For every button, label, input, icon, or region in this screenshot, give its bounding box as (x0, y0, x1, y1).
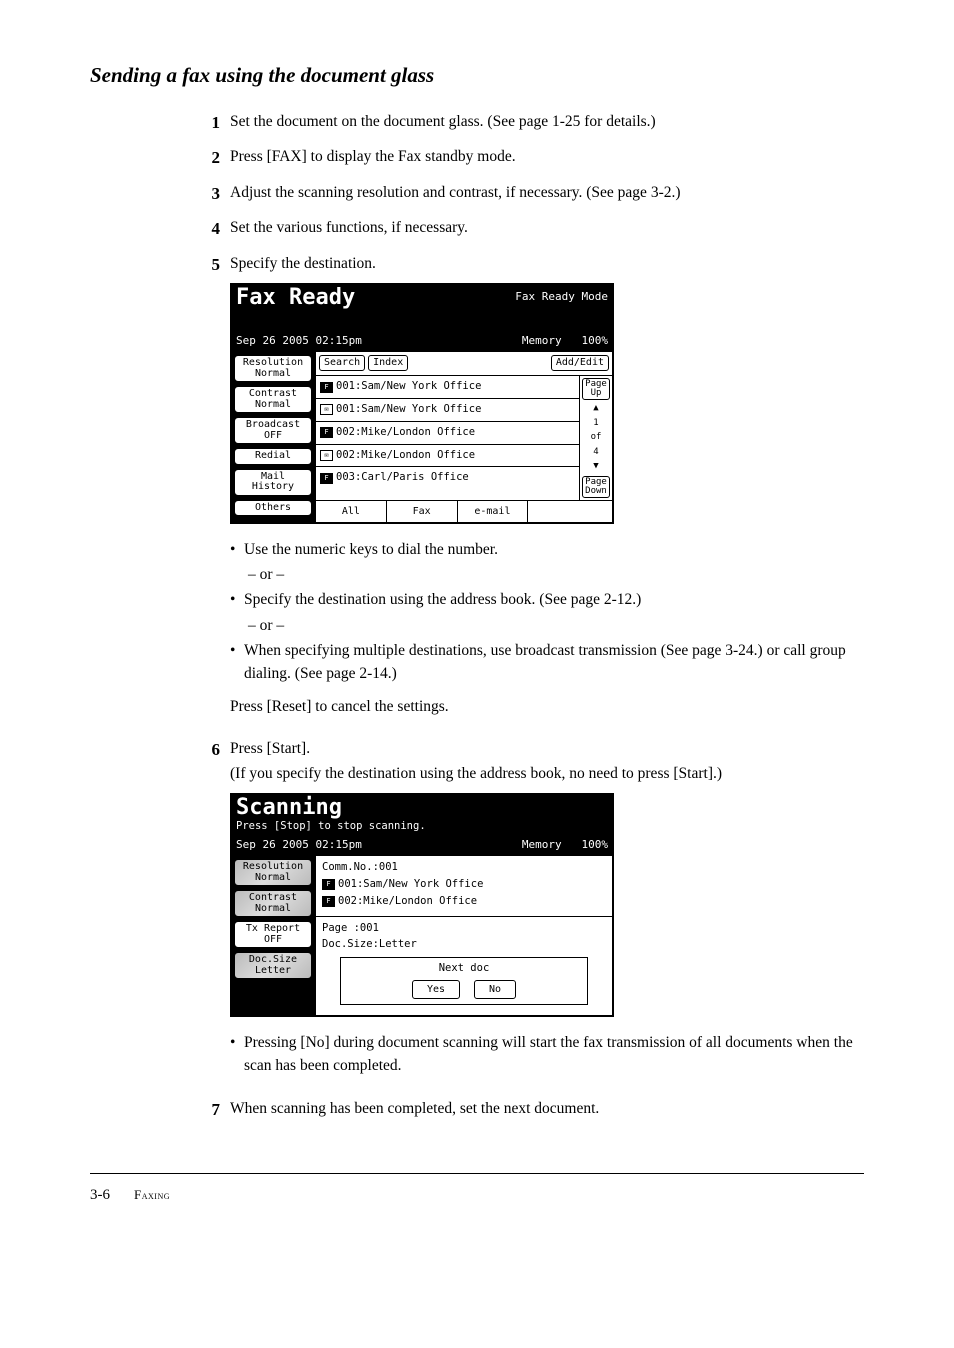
bullet-icon: • (230, 1031, 244, 1078)
step-number: 3 (200, 181, 220, 207)
lcd-datetime: Sep 26 2005 02:15pm (236, 333, 362, 350)
step-4: 4 Set the various functions, if necessar… (200, 216, 864, 242)
or-separator: – or – (248, 563, 864, 586)
page-count: Page :001 (322, 921, 606, 937)
step-5: 5 Specify the destination. Fax Ready Fax… (200, 252, 864, 727)
step-text: When scanning has been completed, set th… (230, 1097, 864, 1120)
step-number: 5 (200, 252, 220, 278)
step-1: 1 Set the document on the document glass… (200, 110, 864, 136)
bullet-icon: • (230, 588, 244, 611)
softkey-others[interactable]: Others (234, 500, 312, 517)
fax-icon: F (320, 427, 333, 438)
next-doc-label: Next doc (345, 961, 583, 977)
search-button[interactable]: Search (319, 355, 365, 371)
lcd-title: Fax Ready (236, 287, 355, 309)
step-text: Press [FAX] to display the Fax standby m… (230, 145, 864, 168)
softkey-resolution: Resolution Normal (234, 859, 312, 886)
step-2: 2 Press [FAX] to display the Fax standby… (200, 145, 864, 171)
address-row[interactable]: F003:Carl/Paris Office (316, 467, 579, 489)
index-button[interactable]: Index (368, 355, 408, 371)
address-row[interactable]: ✉002:Mike/London Office (316, 445, 579, 468)
lcd-fax-ready: Fax Ready Fax Ready Mode Sep 26 2005 02:… (230, 283, 614, 524)
yes-button[interactable]: Yes (412, 980, 460, 999)
destination-line: 001:Sam/New York Office (338, 877, 483, 893)
arrow-down-icon: ▼ (580, 460, 612, 474)
fax-icon: F (320, 382, 333, 393)
reset-note: Press [Reset] to cancel the settings. (230, 695, 864, 718)
lcd-memory-value: 100% (582, 334, 609, 347)
step-3: 3 Adjust the scanning resolution and con… (200, 181, 864, 207)
step-7: 7 When scanning has been completed, set … (200, 1097, 864, 1123)
step-text: Set the various functions, if necessary. (230, 216, 864, 239)
no-button[interactable]: No (474, 980, 516, 999)
lcd-datetime: Sep 26 2005 02:15pm (236, 837, 362, 854)
bullet-text: Specify the destination using the addres… (244, 588, 864, 611)
page-down-button[interactable]: Page Down (582, 476, 610, 498)
bullet-text: Use the numeric keys to dial the number. (244, 538, 864, 561)
arrow-up-icon: ▲ (580, 402, 612, 416)
bullet-icon: • (230, 639, 244, 686)
lcd-memory-label: Memory (522, 838, 562, 851)
page-up-button[interactable]: Page Up (582, 378, 610, 400)
step-number: 4 (200, 216, 220, 242)
filter-all-tab[interactable]: All (316, 501, 387, 522)
softkey-broadcast[interactable]: Broadcast OFF (234, 417, 312, 444)
page-current: 1 (580, 417, 612, 431)
destination-line: 002:Mike/London Office (338, 894, 477, 910)
softkey-mail-history[interactable]: Mail History (234, 469, 312, 496)
filter-blank (528, 501, 612, 522)
step-text: Set the document on the document glass. … (230, 110, 864, 133)
lcd-scanning: Scanning Press [Stop] to stop scanning. … (230, 793, 614, 1017)
or-separator: – or – (248, 614, 864, 637)
address-row[interactable]: F002:Mike/London Office (316, 422, 579, 445)
step-text: Press [Start]. (230, 737, 864, 760)
step-number: 1 (200, 110, 220, 136)
bullet-text: When specifying multiple destinations, u… (244, 639, 864, 686)
fax-icon: F (320, 473, 333, 484)
filter-fax-tab[interactable]: Fax (387, 501, 458, 522)
lcd-mode-label: Fax Ready Mode (515, 287, 608, 306)
footer-section-label: Faxing (134, 1185, 170, 1205)
step-text: Specify the destination. (230, 252, 864, 275)
softkey-redial[interactable]: Redial (234, 448, 312, 465)
mail-icon: ✉ (320, 450, 333, 461)
step-number: 6 (200, 737, 220, 763)
lcd-memory-label: Memory (522, 334, 562, 347)
fax-icon: F (322, 879, 335, 890)
address-row[interactable]: ✉001:Sam/New York Office (316, 399, 579, 422)
bullet-text: Pressing [No] during document scanning w… (244, 1031, 864, 1078)
mail-icon: ✉ (320, 404, 333, 415)
softkey-contrast: Contrast Normal (234, 890, 312, 917)
step-subtext: (If you specify the destination using th… (230, 762, 864, 785)
softkey-contrast[interactable]: Contrast Normal (234, 386, 312, 413)
lcd-stop-message: Press [Stop] to stop scanning. (236, 819, 608, 835)
step-6: 6 Press [Start]. (If you specify the des… (200, 737, 864, 1088)
fax-icon: F (322, 896, 335, 907)
doc-size: Doc.Size:Letter (322, 937, 606, 953)
softkey-doc-size: Doc.Size Letter (234, 952, 312, 979)
address-list: F001:Sam/New York Office ✉001:Sam/New Yo… (316, 376, 579, 500)
step-number: 7 (200, 1097, 220, 1123)
lcd-title: Scanning (236, 797, 342, 819)
page-of-label: of (580, 431, 612, 445)
next-doc-dialog: Next doc Yes No (340, 957, 588, 1005)
section-heading: Sending a fax using the document glass (90, 60, 864, 92)
comm-number: Comm.No.:001 (322, 860, 606, 876)
filter-email-tab[interactable]: e-mail (458, 501, 529, 522)
softkey-resolution[interactable]: Resolution Normal (234, 355, 312, 382)
step-text: Adjust the scanning resolution and contr… (230, 181, 864, 204)
bullet-icon: • (230, 538, 244, 561)
footer-page-number: 3-6 (90, 1184, 110, 1207)
softkey-tx-report[interactable]: Tx Report OFF (234, 921, 312, 948)
page-total: 4 (580, 446, 612, 460)
page-footer: 3-6 Faxing (90, 1173, 864, 1207)
add-edit-button[interactable]: Add/Edit (551, 355, 609, 371)
address-row[interactable]: F001:Sam/New York Office (316, 376, 579, 399)
lcd-memory-value: 100% (582, 838, 609, 851)
step-number: 2 (200, 145, 220, 171)
